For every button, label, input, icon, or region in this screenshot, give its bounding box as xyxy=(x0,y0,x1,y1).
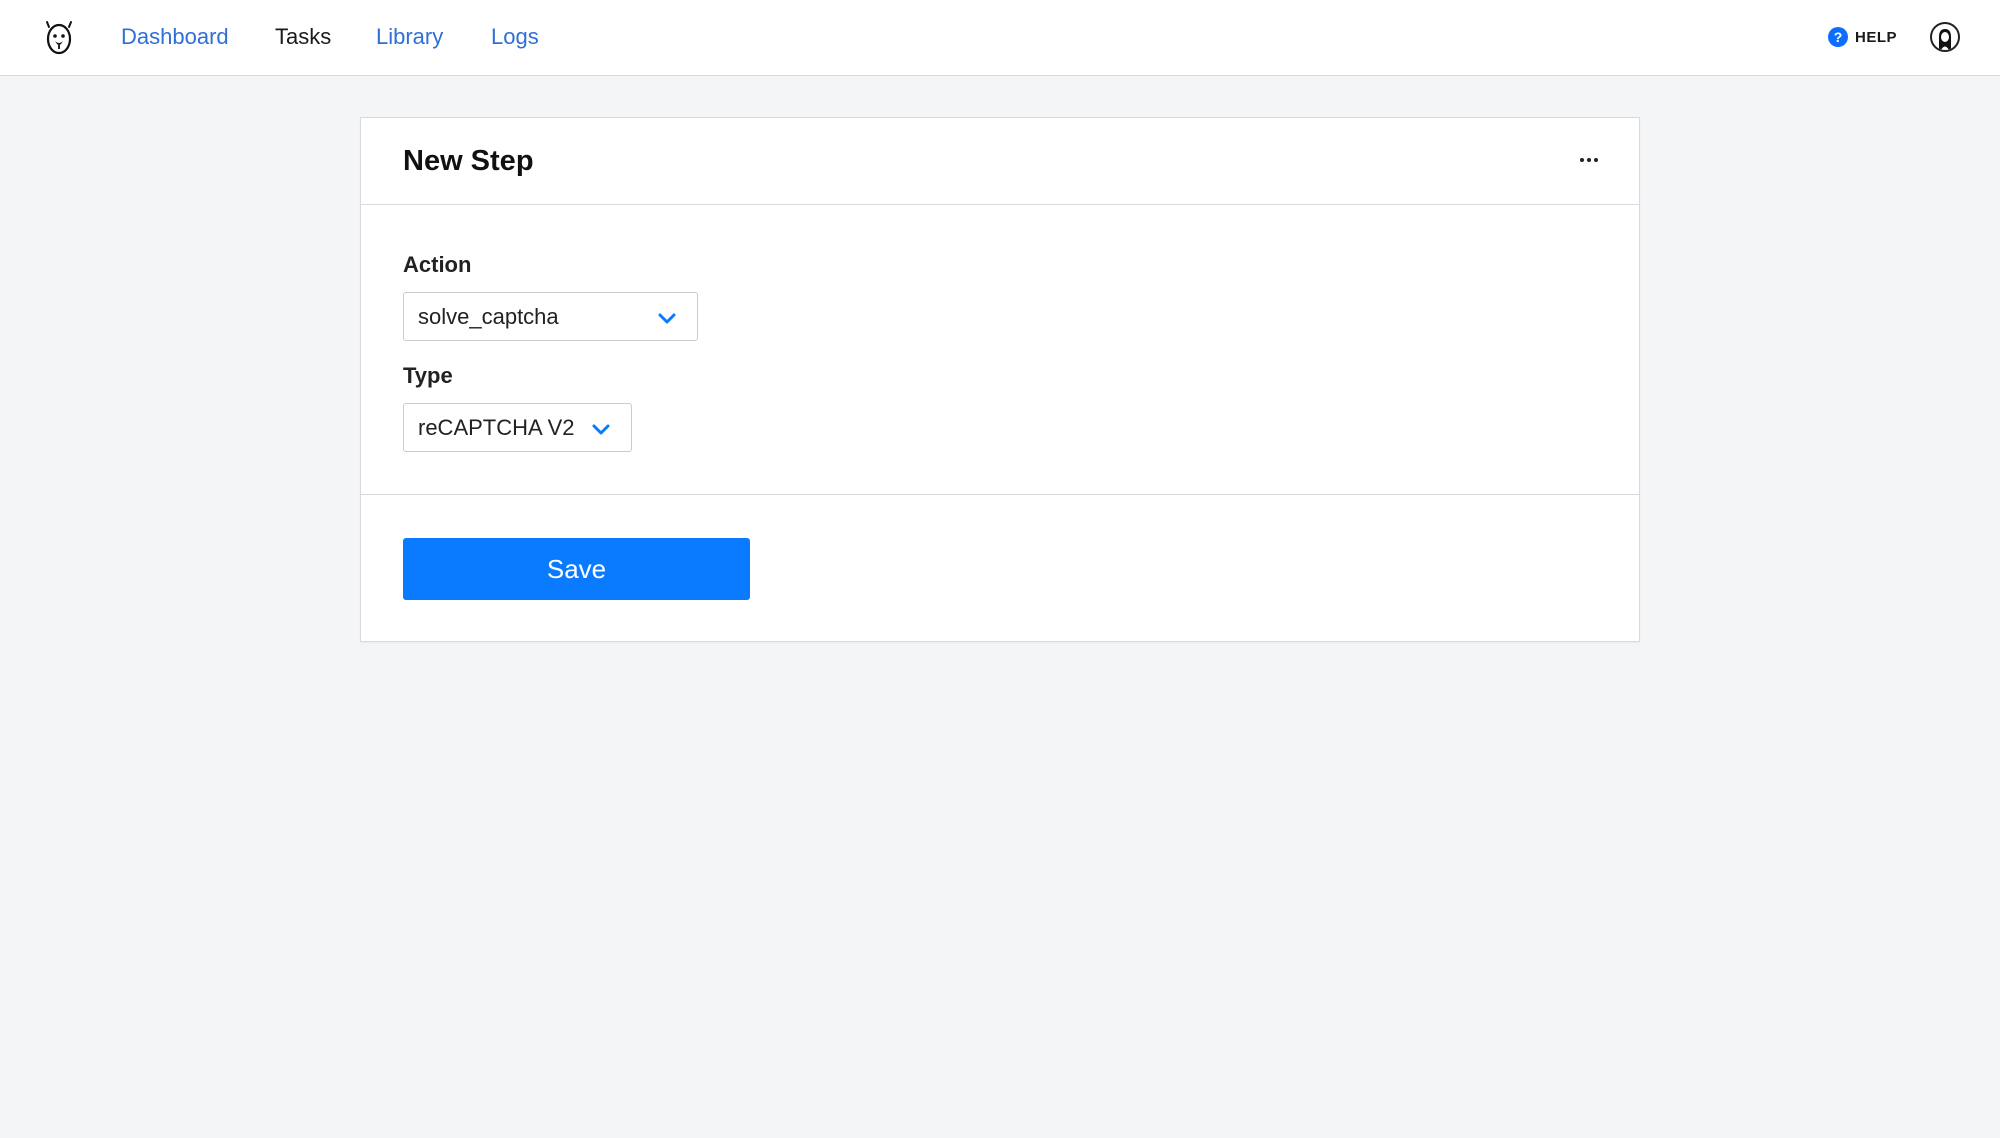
question-circle-icon: ? xyxy=(1828,27,1848,47)
nav-link-dashboard[interactable]: Dashboard xyxy=(121,24,229,50)
card-body: Action solve_captcha Type reCAPTCHA V2 xyxy=(361,205,1639,495)
action-select-value: solve_captcha xyxy=(418,303,559,329)
chevron-down-icon xyxy=(658,313,676,324)
bear-logo-icon[interactable] xyxy=(40,14,78,58)
action-select[interactable]: solve_captcha xyxy=(403,292,698,341)
type-label: Type xyxy=(403,363,453,388)
top-navigation-bar: Dashboard Tasks Library Logs ? HELP xyxy=(0,0,2000,76)
more-options-button[interactable] xyxy=(1577,148,1601,172)
type-select-value: reCAPTCHA V2 xyxy=(418,414,575,440)
help-label: HELP xyxy=(1855,28,1898,46)
nav-link-logs[interactable]: Logs xyxy=(491,24,539,50)
chevron-down-icon xyxy=(592,424,610,435)
page-title: New Step xyxy=(403,145,534,177)
action-label: Action xyxy=(403,252,472,277)
type-select[interactable]: reCAPTCHA V2 xyxy=(403,403,632,452)
ellipsis-icon xyxy=(1580,158,1584,162)
nav-link-tasks[interactable]: Tasks xyxy=(275,24,331,50)
help-button[interactable]: ? HELP xyxy=(1828,26,1897,48)
nav-link-library[interactable]: Library xyxy=(376,24,443,50)
user-avatar-icon[interactable] xyxy=(1930,22,1960,52)
card-footer: Save xyxy=(361,495,1639,641)
card-header: New Step xyxy=(361,118,1639,205)
save-button[interactable]: Save xyxy=(403,538,750,600)
new-step-card: New Step Action solve_captcha Type reCAP… xyxy=(360,117,1640,642)
